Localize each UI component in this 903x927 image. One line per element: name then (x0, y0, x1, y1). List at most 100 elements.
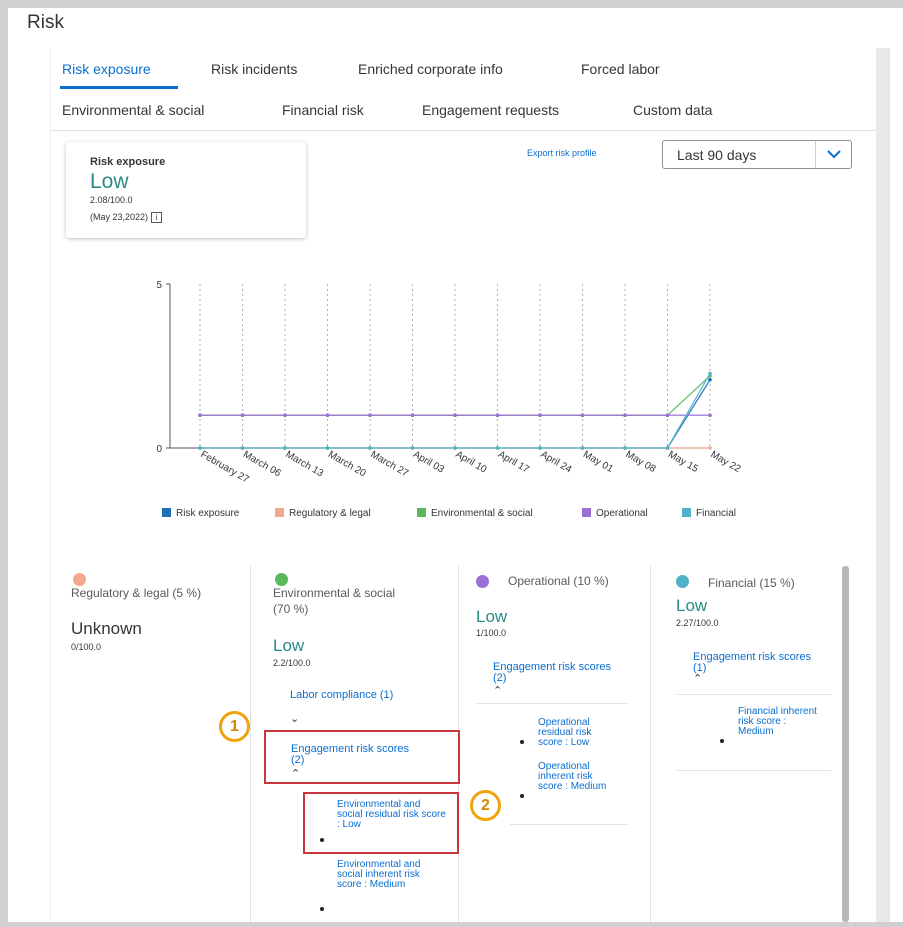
window-frame-left (0, 0, 8, 927)
financial-title: Financial (15 %) (708, 576, 795, 590)
data-point (538, 446, 542, 450)
legend-item-risk-exposure: Risk exposure (162, 508, 239, 519)
x-tick-label: April 03 (411, 449, 446, 476)
financial-score: 2.27/100.0 (676, 618, 719, 628)
environmental-value: Low (273, 636, 305, 655)
data-point (495, 413, 500, 417)
y-tick-label: 0 (156, 444, 162, 455)
data-point (708, 446, 712, 450)
summary-title: Risk exposure (90, 156, 166, 168)
operational-residual-risk-score[interactable]: Operational residual risk score : Low (538, 718, 618, 748)
chevron-up-icon[interactable]: ⌃ (693, 672, 702, 685)
window-frame-bottom (0, 922, 903, 927)
data-point (198, 446, 202, 450)
data-point (708, 413, 712, 417)
summary-score: 2.08/100.0 (90, 195, 133, 205)
x-tick-label: May 15 (666, 449, 700, 475)
data-point (410, 446, 415, 450)
financial-engagement-risk-scores-link[interactable]: Engagement risk scores (1) (693, 652, 818, 674)
tab-risk-incidents[interactable]: Risk incidents (211, 61, 297, 77)
bullet (520, 740, 524, 744)
labor-compliance-link[interactable]: Labor compliance (1) (290, 690, 400, 701)
x-tick-label: May 08 (624, 449, 658, 475)
legend-item-environmental: Environmental & social (417, 508, 533, 519)
financial-value: Low (676, 596, 708, 615)
data-point (665, 446, 670, 450)
export-risk-profile-link[interactable]: Export risk profile (527, 148, 597, 158)
x-tick-label: May 22 (709, 449, 743, 475)
data-point (623, 446, 627, 450)
data-point (283, 413, 287, 417)
divider (676, 770, 831, 771)
environmental-title: Environmental & social (70 %) (273, 586, 396, 616)
risk-exposure-summary-card: Risk exposure Low 2.08/100.0 (May 23,202… (66, 142, 306, 238)
x-tick-label: March 13 (284, 449, 326, 480)
highlight-box-2 (303, 792, 459, 854)
chart-legend: Risk exposure Regulatory & legal Environ… (162, 508, 782, 524)
bullet (520, 794, 524, 798)
data-point (453, 413, 457, 417)
data-point (240, 446, 245, 450)
regulatory-score: 0/100.0 (71, 642, 102, 652)
columns-scrollbar[interactable] (842, 566, 849, 922)
data-point (325, 413, 330, 417)
data-point (240, 413, 245, 417)
legend-item-operational: Operational (582, 508, 648, 519)
data-point (623, 413, 627, 417)
data-point (708, 371, 712, 376)
environmental-score: 2.2/100.0 (273, 658, 311, 668)
data-point (410, 413, 415, 417)
regulatory-title: Regulatory & legal (5 %) (71, 586, 202, 600)
tab-engagement-requests[interactable]: Engagement requests (422, 102, 559, 118)
bullet (320, 907, 324, 911)
summary-date-row: (May 23,2022) i (90, 212, 163, 224)
bullet (720, 739, 724, 743)
tab-enriched-corporate-info[interactable]: Enriched corporate info (358, 61, 503, 77)
data-point (708, 377, 712, 382)
data-point (368, 446, 372, 450)
x-tick-label: March 27 (369, 449, 411, 480)
x-tick-label: March 20 (326, 449, 368, 480)
y-tick-label: 5 (156, 280, 162, 291)
data-point (538, 413, 542, 417)
tab-divider (50, 130, 876, 131)
tab-forced-labor[interactable]: Forced labor (581, 61, 660, 77)
chevron-up-icon[interactable]: ⌃ (493, 684, 502, 697)
legend-item-regulatory: Regulatory & legal (275, 508, 371, 519)
x-tick-label: April 17 (496, 449, 531, 476)
active-tab-indicator (60, 86, 178, 89)
chevron-down-icon[interactable] (815, 141, 851, 168)
divider (476, 703, 628, 704)
financial-inherent-risk-score[interactable]: Financial inherent risk score : Medium (738, 707, 818, 737)
legend-item-financial: Financial (682, 508, 736, 519)
window-frame-top (0, 0, 903, 8)
period-select[interactable]: Last 90 days (662, 140, 852, 169)
column-divider (650, 566, 651, 922)
divider (510, 824, 628, 825)
tab-environmental-social[interactable]: Environmental & social (62, 102, 204, 118)
regulatory-value: Unknown (71, 619, 142, 638)
risk-exposure-line-chart: 05February 27March 06 March 13 March 20 Mar… (156, 280, 743, 486)
operational-score: 1/100.0 (476, 628, 507, 638)
callout-badge-2: 2 (470, 790, 501, 821)
operational-inherent-risk-score[interactable]: Operational inherent risk score : Medium (538, 762, 618, 792)
tab-financial-risk[interactable]: Financial risk (282, 102, 364, 118)
tab-custom-data[interactable]: Custom data (633, 102, 712, 118)
data-point (198, 413, 202, 417)
divider (676, 694, 831, 695)
data-point (283, 446, 287, 450)
tab-risk-exposure[interactable]: Risk exposure (62, 61, 151, 77)
summary-date: (May 23,2022) (90, 212, 149, 222)
chevron-down-icon[interactable]: ⌄ (290, 712, 299, 725)
info-icon[interactable]: i (151, 212, 163, 224)
summary-value: Low (90, 170, 129, 193)
data-point (368, 413, 372, 417)
env-inherent-risk-score[interactable]: Environmental and social inherent risk s… (337, 860, 447, 890)
x-tick-label: May 01 (581, 449, 615, 475)
data-point (495, 446, 500, 450)
highlight-box-1 (264, 730, 460, 784)
data-point (580, 446, 585, 450)
column-divider (250, 566, 251, 922)
operational-engagement-risk-scores-link[interactable]: Engagement risk scores (2) (493, 662, 618, 684)
period-select-value: Last 90 days (677, 147, 757, 163)
